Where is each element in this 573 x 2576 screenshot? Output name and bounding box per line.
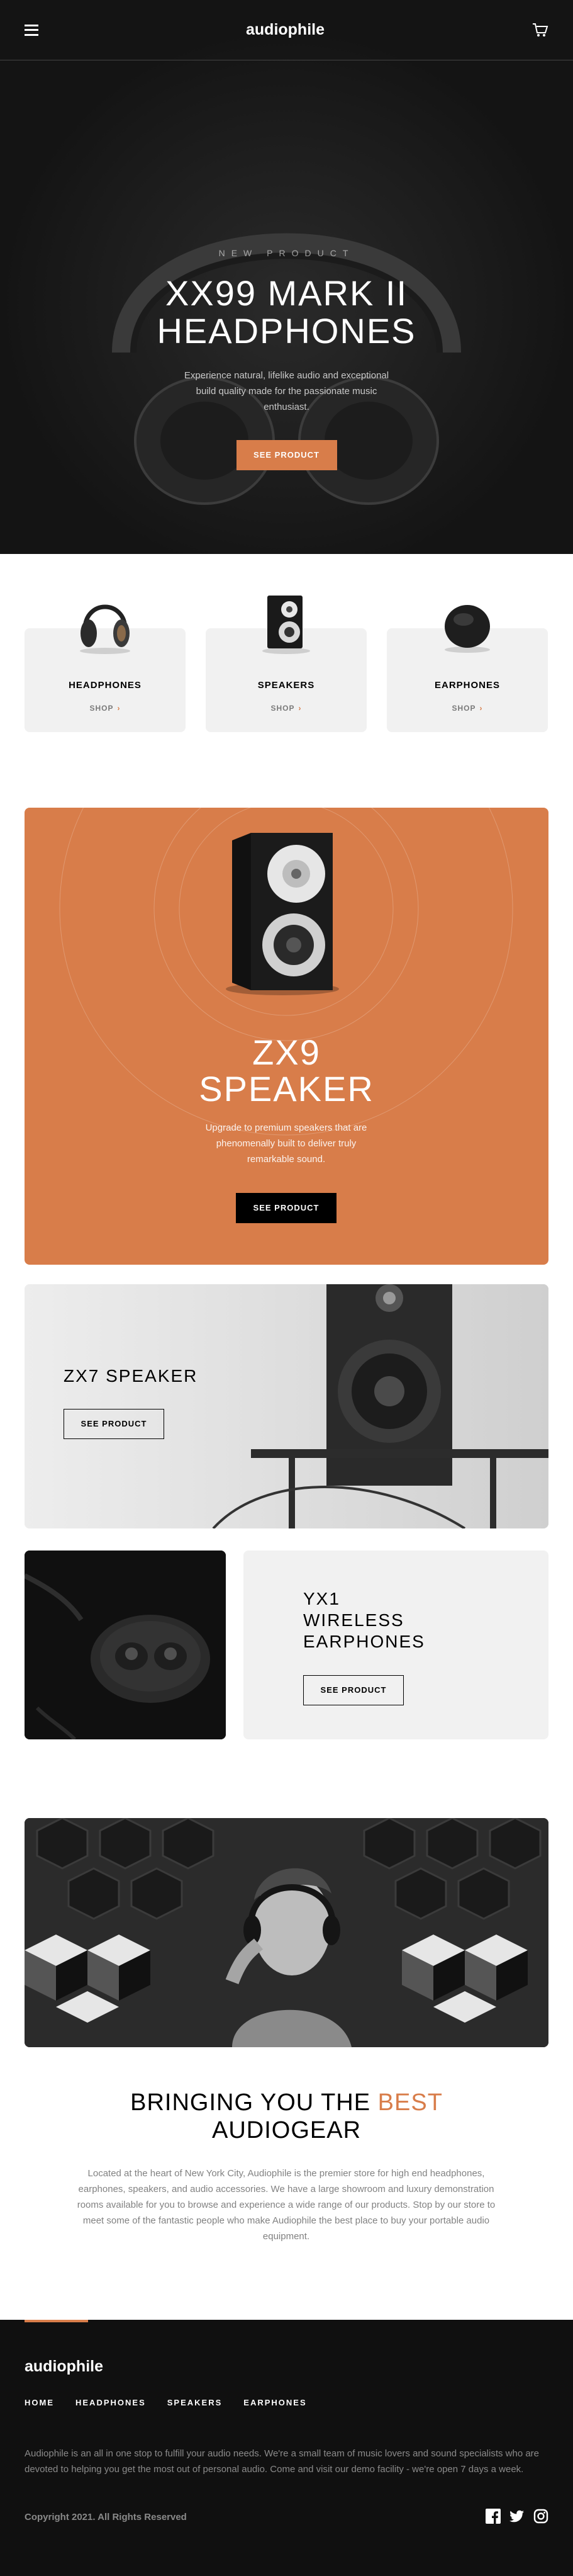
category-name: EARPHONES	[434, 680, 501, 691]
social-links	[486, 2509, 548, 2524]
zx9-promo-card: ZX9 SPEAKER Upgrade to premium speakers …	[25, 808, 548, 1265]
footer-accent-bar	[25, 2320, 88, 2322]
about-man-with-headphones-image	[25, 1818, 548, 2047]
copyright-text: Copyright 2021. All Rights Reserved	[25, 2512, 187, 2522]
hero-title: XX99 MARK II HEADPHONES	[0, 274, 573, 350]
hamburger-menu-icon[interactable]	[25, 24, 38, 36]
footer-nav-headphones[interactable]: HEADPHONES	[75, 2398, 146, 2407]
yx1-see-product-button[interactable]: SEE PRODUCT	[303, 1675, 404, 1705]
hero-see-product-button[interactable]: SEE PRODUCT	[236, 440, 337, 470]
footer-nav-earphones[interactable]: EARPHONES	[243, 2398, 306, 2407]
shop-link[interactable]: SHOP ›	[206, 704, 367, 713]
category-card-speakers[interactable]: SPEAKERS SHOP ›	[206, 596, 367, 732]
category-card-headphones[interactable]: HEADPHONES SHOP ›	[25, 604, 186, 732]
earphones-thumbnail-icon	[445, 605, 490, 653]
hero-content: NEW PRODUCT XX99 MARK II HEADPHONES Expe…	[0, 248, 573, 470]
headphones-thumbnail-icon	[80, 604, 130, 654]
about-title-accent: BEST	[377, 2089, 443, 2116]
zx9-see-product-button[interactable]: SEE PRODUCT	[236, 1193, 337, 1223]
about-title-part1: BRINGING YOU THE	[130, 2089, 378, 2116]
zx7-promo-card: ZX7 SPEAKER SEE PRODUCT	[25, 1284, 548, 1528]
hero-title-line1: XX99 MARK II	[165, 273, 408, 313]
shop-link-label: SHOP	[89, 704, 114, 713]
site-footer: audiophile HOME HEADPHONES SPEAKERS EARP…	[0, 2320, 573, 2576]
yx1-earphones-photo	[25, 1551, 226, 1739]
footer-navigation: HOME HEADPHONES SPEAKERS EARPHONES	[25, 2398, 307, 2407]
top-navigation-bar: audiophile	[0, 0, 573, 60]
about-title-line2: AUDIOGEAR	[211, 2117, 362, 2144]
chevron-right-icon: ›	[479, 704, 483, 713]
site-logo[interactable]: audiophile	[38, 21, 532, 39]
zx9-description: Upgrade to premium speakers that are phe…	[205, 1122, 367, 1165]
hero-title-line2: HEADPHONES	[157, 311, 416, 351]
yx1-promo-card: YX1 WIRELESS EARPHONES SEE PRODUCT	[243, 1551, 548, 1739]
instagram-icon[interactable]	[533, 2509, 548, 2524]
chevron-right-icon: ›	[117, 704, 121, 713]
zx7-title: ZX7 SPEAKER	[64, 1366, 198, 1386]
zx9-title: ZX9 SPEAKER	[25, 1034, 548, 1107]
footer-logo[interactable]: audiophile	[25, 2358, 103, 2376]
footer-nav-home[interactable]: HOME	[25, 2398, 54, 2407]
zx9-title-line1: ZX9	[252, 1032, 321, 1072]
category-name: HEADPHONES	[69, 680, 142, 691]
shop-link-label: SHOP	[452, 704, 476, 713]
hero-section: audiophile NEW PRODUCT XX99 MARK II HEAD…	[0, 0, 573, 554]
hero-overline: NEW PRODUCT	[218, 248, 355, 258]
category-section: HEADPHONES SHOP › SPEAKERS SHOP › EARPHONE…	[0, 554, 573, 809]
footer-description: Audiophile is an all in one stop to fulf…	[25, 2448, 540, 2475]
yx1-title: YX1 WIRELESS EARPHONES	[303, 1588, 425, 1652]
shop-link[interactable]: SHOP ›	[25, 704, 186, 713]
zx9-title-line2: SPEAKER	[199, 1069, 374, 1109]
zx7-see-product-button[interactable]: SEE PRODUCT	[64, 1409, 164, 1439]
chevron-right-icon: ›	[298, 704, 302, 713]
zx7-speaker-image	[25, 1284, 548, 1528]
shop-link-label: SHOP	[270, 704, 295, 713]
about-photo	[25, 1818, 548, 2047]
speaker-thumbnail-icon	[262, 596, 310, 654]
twitter-icon[interactable]	[509, 2509, 525, 2524]
shopping-cart-icon[interactable]	[532, 23, 548, 38]
about-description: Located at the heart of New York City, A…	[77, 2168, 496, 2242]
about-title: BRINGING YOU THE BEST AUDIOGEAR	[0, 2089, 573, 2144]
yx1-title-line2: WIRELESS	[303, 1610, 404, 1630]
shop-link[interactable]: SHOP ›	[387, 704, 548, 713]
footer-nav-speakers[interactable]: SPEAKERS	[167, 2398, 223, 2407]
facebook-icon[interactable]	[486, 2509, 501, 2524]
category-name: SPEAKERS	[257, 680, 315, 691]
yx1-title-line3: EARPHONES	[303, 1632, 425, 1651]
category-card-earphones[interactable]: EARPHONES SHOP ›	[387, 605, 548, 732]
hero-description: Experience natural, lifelike audio and e…	[184, 370, 389, 412]
yx1-earphones-image	[25, 1551, 226, 1739]
yx1-title-line1: YX1	[303, 1589, 340, 1608]
